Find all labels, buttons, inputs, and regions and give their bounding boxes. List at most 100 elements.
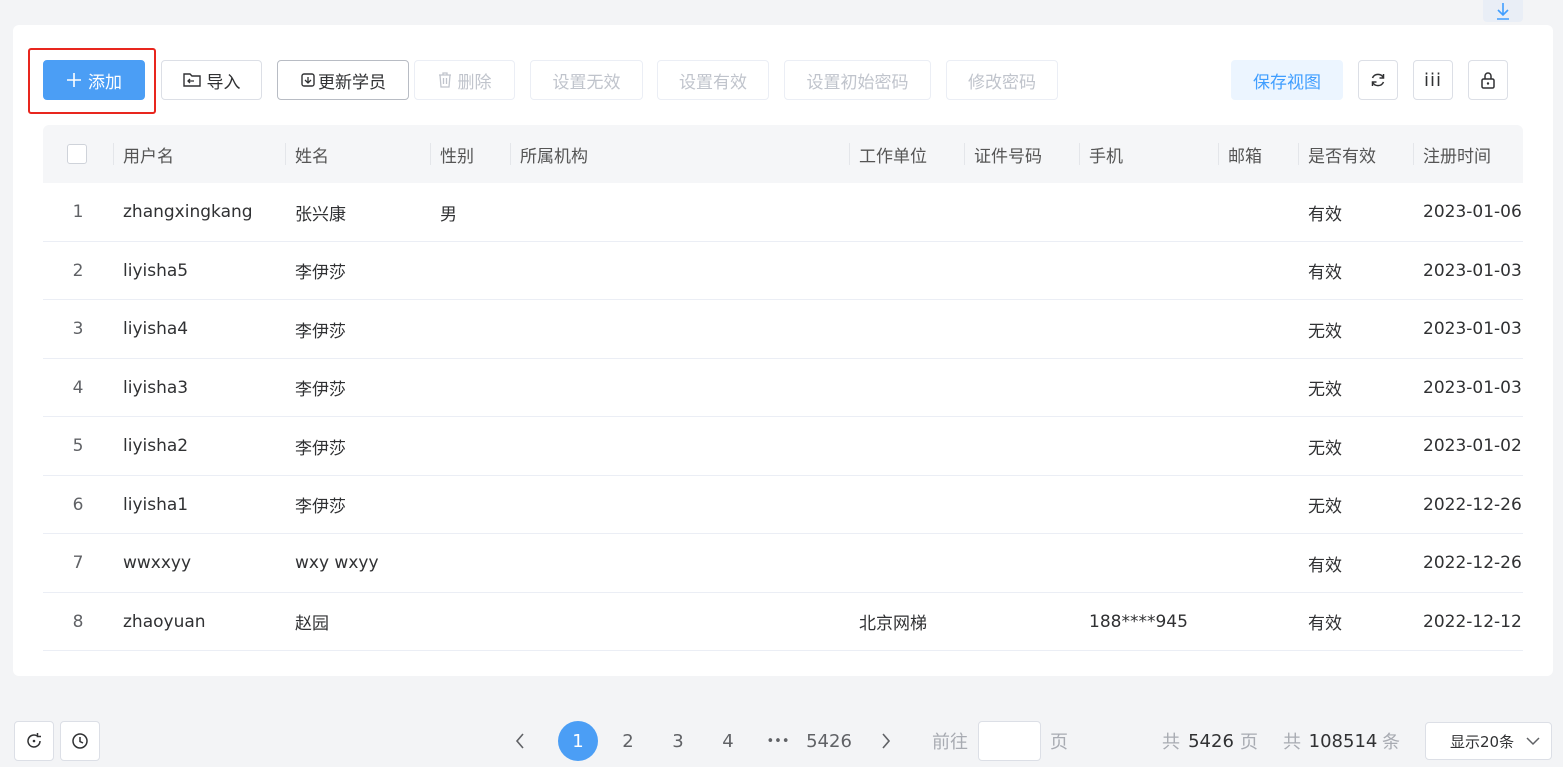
table-row[interactable]: 1 zhangxingkang 张兴康 男 有效 2023-01-06 [43, 183, 1523, 242]
set-initial-password-button[interactable]: 设置初始密码 [784, 60, 931, 100]
delete-button[interactable]: 删除 [414, 60, 515, 100]
chevron-down-icon [1526, 737, 1540, 746]
set-valid-label: 设置有效 [679, 72, 747, 93]
cell-phone [1079, 242, 1089, 300]
cell-org [510, 476, 520, 534]
footer-bar: 1 2 3 4 ••• 5426 前往 页 共 5426 页 共 108514 … [0, 707, 1563, 767]
cell-gender [430, 593, 440, 651]
header-workplace[interactable]: 工作单位 [849, 125, 927, 183]
cell-valid: 无效 [1308, 497, 1342, 517]
header-phone[interactable]: 手机 [1079, 125, 1123, 183]
table-row[interactable]: 3 liyisha4 李伊莎 无效 2023-01-03 [43, 300, 1523, 359]
change-password-label: 修改密码 [968, 72, 1036, 93]
cell-org [510, 242, 520, 300]
lock-button[interactable] [1468, 60, 1508, 100]
table-row[interactable]: 5 liyisha2 李伊莎 无效 2023-01-02 [43, 417, 1523, 476]
prev-page-button[interactable] [505, 721, 535, 761]
history-button[interactable] [60, 721, 100, 761]
cell-name: 李伊莎 [295, 263, 346, 283]
set-valid-button[interactable]: 设置有效 [657, 60, 769, 100]
column-settings-button[interactable]: iii [1413, 60, 1453, 100]
table-row[interactable]: 6 liyisha1 李伊莎 无效 2022-12-26 [43, 476, 1523, 534]
cell-email [1218, 534, 1228, 592]
cell-index: 1 [72, 202, 84, 222]
trash-icon [438, 72, 452, 88]
cell-phone [1079, 359, 1089, 417]
cell-valid: 有效 [1308, 555, 1342, 576]
clock-icon [72, 733, 88, 749]
header-name[interactable]: 姓名 [285, 125, 329, 183]
delete-button-label: 删除 [457, 72, 492, 93]
goto-page-unit: 页 [1050, 732, 1068, 753]
cell-reg-time: 2023-01-03 [1423, 260, 1522, 281]
cell-workplace [849, 417, 859, 475]
set-invalid-button[interactable]: 设置无效 [530, 60, 643, 100]
cell-email [1218, 242, 1228, 300]
cell-index: 8 [72, 611, 84, 632]
table-row[interactable]: 7 wwxxyy wxy wxyy 有效 2022-12-26 [43, 534, 1523, 593]
header-valid[interactable]: 是否有效 [1298, 125, 1376, 183]
import-button[interactable]: 导入 [161, 60, 262, 100]
next-page-button[interactable] [872, 721, 900, 761]
cell-id-number [964, 593, 974, 651]
cell-email [1218, 359, 1228, 417]
cell-reg-time: 2023-01-02 [1423, 436, 1522, 456]
cell-reg-time: 2023-01-03 [1423, 377, 1522, 398]
save-view-label: 保存视图 [1253, 72, 1321, 93]
page-size-select[interactable]: 显示20条 [1425, 722, 1552, 760]
page-size-value: 显示20条 [1450, 732, 1515, 751]
cell-org [510, 300, 520, 358]
cell-gender [430, 359, 440, 417]
lock-icon [1481, 72, 1495, 89]
more-pages-button[interactable]: ••• [762, 721, 794, 761]
header-reg-time[interactable]: 注册时间 [1413, 125, 1491, 183]
header-username[interactable]: 用户名 [113, 125, 174, 183]
cell-gender [430, 534, 440, 592]
main-card: 添加 导入 更新学员 删除 设置无效 设置有效 设置初始密码 修改密码 保存视图… [13, 25, 1553, 676]
last-page-button[interactable]: 5426 [804, 721, 854, 761]
goto-label: 前往 [932, 732, 968, 753]
page-2-button[interactable]: 2 [612, 721, 644, 761]
cell-id-number [964, 476, 974, 534]
select-all-checkbox[interactable] [67, 144, 87, 164]
goto-page-input[interactable] [978, 721, 1041, 761]
export-download-button[interactable] [1483, 0, 1523, 22]
cell-phone [1079, 300, 1089, 358]
table-row[interactable]: 8 zhaoyuan 赵园 北京网梯 188****945 有效 2022-12-12 [43, 593, 1523, 651]
save-view-button[interactable]: 保存视图 [1231, 60, 1343, 100]
cell-email [1218, 476, 1228, 534]
total-items-prefix: 共 [1283, 732, 1301, 753]
header-id-number[interactable]: 证件号码 [964, 125, 1042, 183]
update-students-button[interactable]: 更新学员 [277, 60, 409, 100]
reset-button[interactable] [14, 721, 54, 761]
cell-email [1218, 183, 1228, 241]
cell-gender [430, 417, 440, 475]
table-row[interactable]: 2 liyisha5 李伊莎 有效 2023-01-03 [43, 242, 1523, 300]
cell-id-number [964, 300, 974, 358]
cell-workplace [849, 242, 859, 300]
refresh-button[interactable] [1358, 60, 1398, 100]
cell-name: 张兴康 [295, 204, 346, 225]
cell-workplace [849, 300, 859, 358]
cell-index: 2 [72, 260, 84, 281]
cell-phone [1079, 183, 1089, 241]
total-items-value: 108514 [1308, 730, 1378, 752]
header-gender[interactable]: 性别 [430, 125, 474, 183]
cell-reg-time: 2023-01-06 [1423, 202, 1522, 222]
header-email[interactable]: 邮箱 [1218, 125, 1262, 183]
page-1-button[interactable]: 1 [558, 721, 598, 761]
cell-org [510, 534, 520, 592]
header-org[interactable]: 所属机构 [510, 125, 588, 183]
add-button-label: 添加 [88, 72, 122, 93]
table-row[interactable]: 4 liyisha3 李伊莎 无效 2023-01-03 [43, 359, 1523, 417]
page-3-button[interactable]: 3 [662, 721, 694, 761]
cell-username: liyisha2 [123, 436, 189, 456]
cell-id-number [964, 534, 974, 592]
cell-name: 李伊莎 [295, 438, 346, 459]
cell-workplace [849, 183, 859, 241]
add-button[interactable]: 添加 [43, 60, 145, 100]
page-4-button[interactable]: 4 [712, 721, 744, 761]
cell-id-number [964, 242, 974, 300]
change-password-button[interactable]: 修改密码 [946, 60, 1058, 100]
cell-org [510, 593, 520, 651]
